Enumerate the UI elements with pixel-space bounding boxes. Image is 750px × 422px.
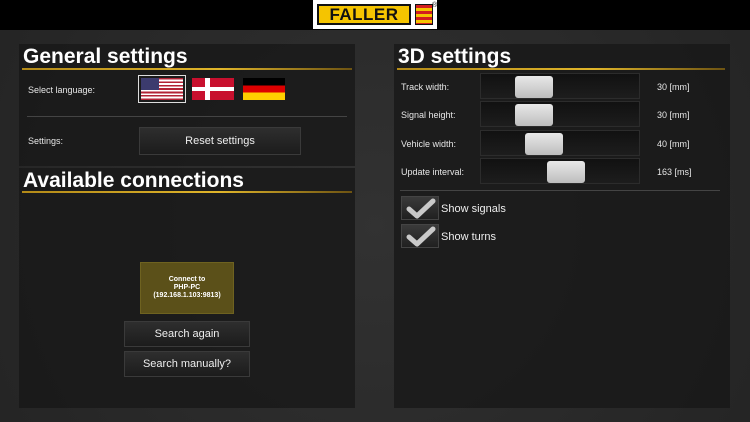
update-interval-slider[interactable] — [480, 158, 640, 184]
vehicle-width-slider[interactable] — [480, 130, 640, 156]
flag-us-icon[interactable] — [138, 75, 186, 103]
registered-mark: ® — [432, 2, 438, 9]
vehicle-width-value: 40 [mm] — [657, 139, 690, 149]
track-width-label: Track width: — [401, 82, 450, 92]
3d-settings-title: 3D settings — [398, 45, 512, 68]
show-signals-checkbox[interactable] — [401, 196, 439, 220]
connect-button[interactable]: Connect to PHP-PC (192.168.1.103:9813) — [140, 262, 234, 314]
connect-address: (192.168.1.103:9813) — [153, 292, 221, 299]
connections-title: Available connections — [23, 169, 244, 192]
slider-thumb[interactable] — [515, 76, 553, 98]
checkmark-icon — [406, 198, 436, 219]
title-underline — [22, 191, 352, 193]
search-manually-button[interactable]: Search manually? — [124, 351, 250, 377]
connect-host: PHP-PC — [173, 284, 201, 291]
flag-dk-icon[interactable] — [192, 78, 234, 100]
show-turns-checkbox[interactable] — [401, 224, 439, 248]
flag-de-icon[interactable] — [243, 78, 285, 100]
divider — [27, 116, 347, 117]
slider-thumb[interactable] — [525, 133, 563, 155]
reset-settings-button[interactable]: Reset settings — [139, 127, 301, 155]
signal-height-value: 30 [mm] — [657, 110, 690, 120]
title-underline — [22, 68, 352, 70]
track-width-slider[interactable] — [480, 73, 640, 99]
faller-logo: FALLER ® — [313, 0, 437, 29]
settings-label: Settings: — [28, 136, 64, 146]
title-underline — [397, 68, 725, 70]
connect-line: Connect to — [168, 276, 206, 283]
update-interval-label: Update interval: — [401, 167, 465, 177]
divider — [400, 190, 720, 191]
language-label: Select language: — [28, 85, 96, 95]
logo-flag-icon — [415, 4, 433, 25]
vehicle-width-label: Vehicle width: — [401, 139, 457, 149]
search-again-button[interactable]: Search again — [124, 321, 250, 347]
checkmark-icon — [406, 226, 436, 247]
show-signals-label: Show signals — [441, 203, 506, 215]
track-width-value: 30 [mm] — [657, 82, 690, 92]
signal-height-label: Signal height: — [401, 110, 456, 120]
logo-text: FALLER — [317, 4, 411, 25]
show-turns-label: Show turns — [441, 231, 497, 243]
update-interval-value: 163 [ms] — [657, 167, 692, 177]
top-bar: FALLER ® — [0, 0, 750, 30]
slider-thumb[interactable] — [547, 161, 585, 183]
signal-height-slider[interactable] — [480, 101, 640, 127]
slider-thumb[interactable] — [515, 104, 553, 126]
general-settings-title: General settings — [23, 45, 188, 68]
